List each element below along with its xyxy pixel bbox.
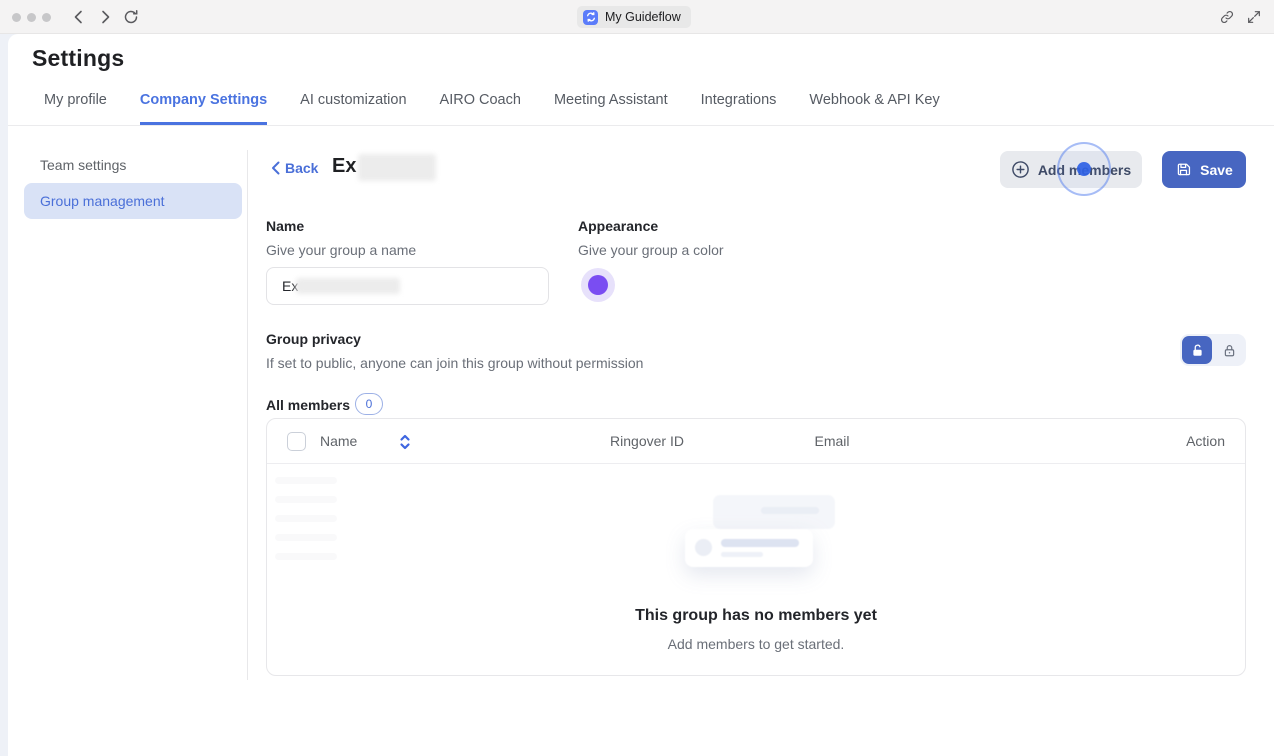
- add-members-button[interactable]: Add members: [1000, 151, 1142, 188]
- tab-integrations[interactable]: Integrations: [701, 92, 777, 125]
- tab-my-profile[interactable]: My profile: [44, 92, 107, 125]
- copy-link-icon[interactable]: [1219, 9, 1235, 25]
- plus-circle-icon: [1011, 160, 1030, 179]
- group-name-redacted: [358, 154, 436, 181]
- window-maximize-button[interactable]: [42, 13, 51, 22]
- column-header-action: Action: [1186, 433, 1225, 449]
- settings-tabbar: My profile Company Settings AI customiza…: [8, 92, 1274, 126]
- illustration-avatar: [695, 539, 712, 556]
- fullscreen-icon[interactable]: [1246, 9, 1262, 25]
- name-hint: Give your group a name: [266, 242, 416, 258]
- browser-tab[interactable]: My Guideflow: [577, 6, 691, 28]
- privacy-hint: If set to public, anyone can join this g…: [266, 355, 643, 371]
- settings-page: Settings My profile Company Settings AI …: [8, 34, 1274, 756]
- sort-icon[interactable]: [398, 433, 412, 450]
- column-header-ringover-id: Ringover ID: [567, 433, 727, 449]
- sidebar-divider: [247, 150, 248, 680]
- browser-chrome: My Guideflow: [0, 0, 1274, 34]
- empty-state-title: This group has no members yet: [267, 607, 1245, 625]
- back-label: Back: [285, 160, 318, 176]
- privacy-toggle: [1180, 334, 1246, 366]
- privacy-label: Group privacy: [266, 331, 361, 347]
- guideflow-logo-icon: [583, 10, 598, 25]
- tab-airo-coach[interactable]: AIRO Coach: [440, 92, 521, 125]
- chevron-left-icon: [271, 161, 280, 175]
- group-name-title: Ex: [332, 155, 356, 178]
- page-title: Settings: [32, 45, 124, 72]
- save-icon: [1175, 161, 1192, 178]
- appearance-hint: Give your group a color: [578, 242, 724, 258]
- browser-forward-icon[interactable]: [96, 8, 114, 26]
- tab-meeting-assistant[interactable]: Meeting Assistant: [554, 92, 668, 125]
- group-name-input-redacted: [296, 278, 400, 294]
- tab-ai-customization[interactable]: AI customization: [300, 92, 406, 125]
- window-close-button[interactable]: [12, 13, 21, 22]
- add-members-label: Add members: [1038, 162, 1131, 178]
- browser-reload-icon[interactable]: [122, 8, 140, 26]
- appearance-label: Appearance: [578, 218, 658, 234]
- empty-state-illustration: [677, 487, 837, 573]
- tab-company-settings[interactable]: Company Settings: [140, 92, 267, 125]
- members-table: Name Ringover ID Email Action This group…: [266, 418, 1246, 676]
- sidebar-item-team-settings[interactable]: Team settings: [40, 157, 126, 173]
- empty-state-subtitle: Add members to get started.: [267, 636, 1245, 652]
- window-minimize-button[interactable]: [27, 13, 36, 22]
- back-button[interactable]: Back: [271, 160, 318, 176]
- browser-tab-title: My Guideflow: [605, 10, 681, 24]
- save-label: Save: [1200, 162, 1233, 178]
- lock-icon[interactable]: [1214, 336, 1244, 364]
- tab-webhook-api-key[interactable]: Webhook & API Key: [809, 92, 939, 125]
- browser-back-icon[interactable]: [70, 8, 88, 26]
- members-count-badge: 0: [355, 393, 383, 415]
- sidebar-item-group-management[interactable]: Group management: [24, 183, 242, 219]
- name-label: Name: [266, 218, 304, 234]
- group-color-swatch[interactable]: [581, 268, 615, 302]
- members-table-header: Name Ringover ID Email Action: [267, 419, 1245, 464]
- column-header-email: Email: [787, 433, 877, 449]
- unlock-icon[interactable]: [1182, 336, 1212, 364]
- ghost-skeleton-rows: [275, 477, 337, 572]
- all-members-label: All members: [266, 397, 350, 413]
- column-header-name: Name: [320, 433, 357, 449]
- select-all-checkbox[interactable]: [287, 432, 306, 451]
- group-color-dot: [588, 275, 608, 295]
- save-button[interactable]: Save: [1162, 151, 1246, 188]
